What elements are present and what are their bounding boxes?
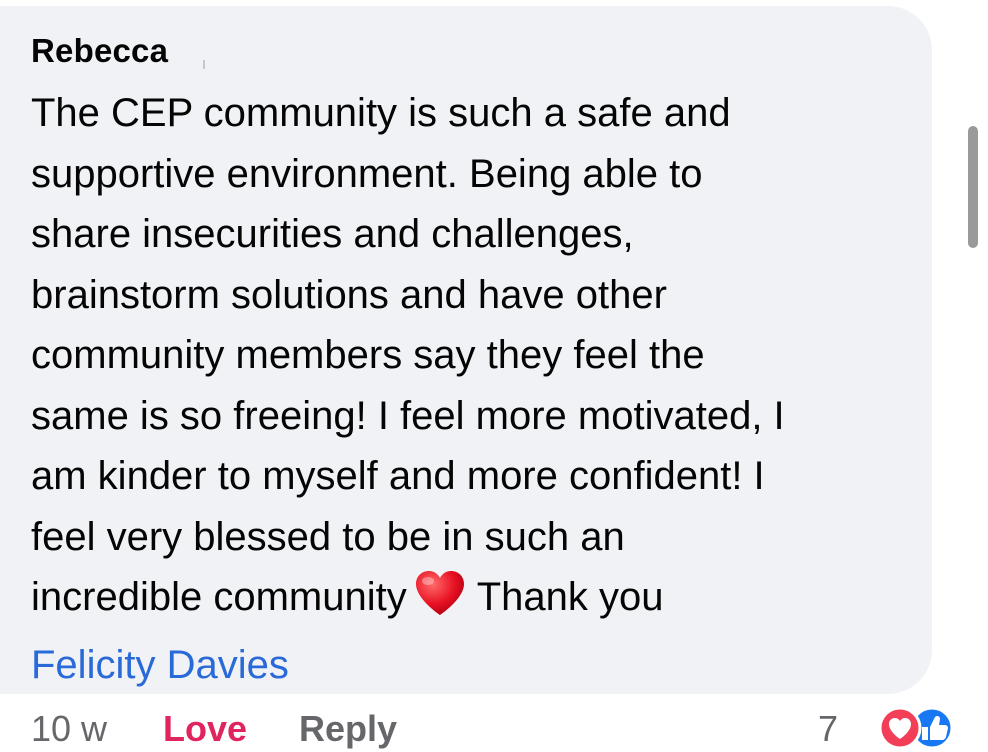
comment-line-with-emoji: incredible community Thank you xyxy=(31,567,911,635)
comment-timestamp[interactable]: 10 w xyxy=(31,708,107,750)
mention-link[interactable]: Felicity Davies xyxy=(31,635,911,696)
reaction-count[interactable]: 7 xyxy=(818,708,838,750)
comment-line: share insecurities and challenges, xyxy=(31,212,634,256)
comment-line: am kinder to myself and more confident! … xyxy=(31,454,765,498)
comment-body: The CEP community is such a safe and sup… xyxy=(31,83,911,695)
comment-line: The CEP community is such a safe and xyxy=(31,91,731,135)
red-heart-icon xyxy=(413,569,467,635)
comment-text-segment: incredible community xyxy=(31,575,407,619)
comment-text-segment: Thank you xyxy=(476,575,664,619)
love-reaction-button[interactable]: Love xyxy=(163,708,247,750)
comment-line: brainstorm solutions and have other xyxy=(31,272,667,317)
comment-author[interactable]: Rebecca xyxy=(31,32,168,70)
reaction-summary[interactable] xyxy=(858,706,958,752)
comment-line: supportive environment. Being able to xyxy=(31,151,703,196)
comment-bubble: Rebecca The CEP community is such a safe… xyxy=(0,6,932,694)
author-separator-mark xyxy=(203,60,205,69)
love-reaction-icon xyxy=(878,706,922,750)
comment-line: community members say they feel the xyxy=(31,333,705,377)
comment-line: same is so freeing! I feel more motivate… xyxy=(31,393,785,438)
reply-button[interactable]: Reply xyxy=(299,708,397,750)
scrollbar-thumb[interactable] xyxy=(968,126,978,248)
comment-thread: Rebecca The CEP community is such a safe… xyxy=(0,0,988,752)
comment-line: feel very blessed to be in such an xyxy=(31,514,625,559)
